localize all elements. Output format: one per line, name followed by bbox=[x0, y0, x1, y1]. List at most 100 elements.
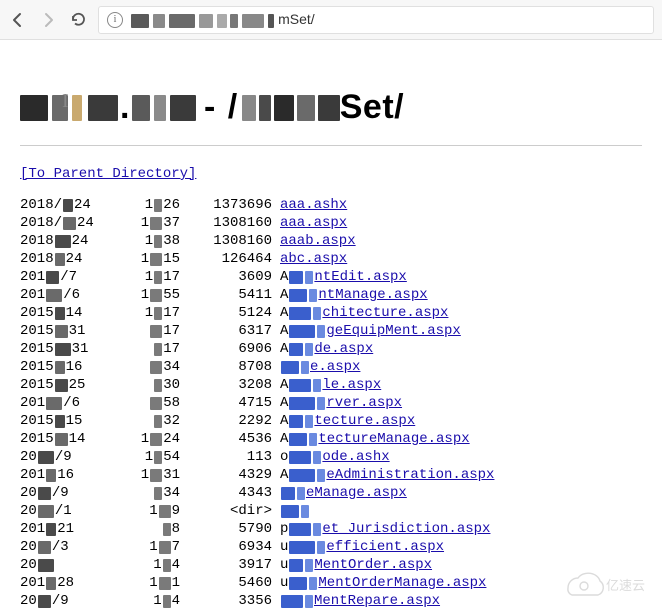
size-cell: 3917 bbox=[180, 556, 280, 574]
file-link[interactable]: chitecture.aspx bbox=[322, 304, 448, 322]
time-cell: 32 bbox=[120, 412, 180, 430]
date-cell: 20116 bbox=[20, 466, 120, 484]
file-link[interactable]: MentOrder.aspx bbox=[314, 556, 432, 574]
file-link[interactable]: ntEdit.aspx bbox=[314, 268, 406, 286]
file-link[interactable]: aaab.aspx bbox=[280, 232, 356, 250]
name-cell: Achitecture.aspx bbox=[280, 304, 642, 322]
list-item: 20/9344343eManage.aspx bbox=[20, 484, 642, 502]
size-cell: 3208 bbox=[180, 376, 280, 394]
time-cell: 138 bbox=[120, 232, 180, 250]
info-icon[interactable]: i bbox=[107, 12, 123, 28]
directory-listing: 2018/241261373696aaa.ashx2018/2413713081… bbox=[20, 196, 642, 610]
list-item: 201515322292Atecture.aspx bbox=[20, 412, 642, 430]
size-cell: 5411 bbox=[180, 286, 280, 304]
file-link[interactable]: abc.aspx bbox=[280, 250, 347, 268]
size-cell: 6317 bbox=[180, 322, 280, 340]
list-item: 2018241381308160aaab.aspx bbox=[20, 232, 642, 250]
divider bbox=[20, 145, 642, 146]
name-cell: pet_Jurisdiction.aspx bbox=[280, 520, 642, 538]
date-cell: 201516 bbox=[20, 358, 120, 376]
date-cell: 201/7 bbox=[20, 268, 120, 286]
date-cell: 20/3 bbox=[20, 538, 120, 556]
file-link[interactable]: efficient.aspx bbox=[326, 538, 444, 556]
size-cell: 1373696 bbox=[180, 196, 280, 214]
file-link[interactable]: MentRepare.aspx bbox=[314, 592, 440, 610]
name-cell: AtectureManage.aspx bbox=[280, 430, 642, 448]
date-cell: 20121 bbox=[20, 520, 120, 538]
forward-button[interactable] bbox=[38, 10, 58, 30]
file-link[interactable]: eAdministration.aspx bbox=[326, 466, 494, 484]
name-cell: eManage.aspx bbox=[280, 484, 642, 502]
date-cell: 20/9 bbox=[20, 592, 120, 610]
list-item: 20/119<dir> bbox=[20, 502, 642, 520]
name-cell: aaab.aspx bbox=[280, 232, 642, 250]
text-cursor-icon: I bbox=[62, 90, 69, 113]
reload-button[interactable] bbox=[68, 10, 88, 30]
file-link[interactable]: tectureManage.aspx bbox=[318, 430, 469, 448]
address-bar[interactable]: i mSet/ bbox=[98, 6, 654, 34]
list-item: 201516348708 e.aspx bbox=[20, 358, 642, 376]
list-item: 201531176906Ade.aspx bbox=[20, 340, 642, 358]
parent-directory-link[interactable]: [To Parent Directory] bbox=[20, 166, 196, 182]
file-link[interactable]: e.aspx bbox=[310, 358, 360, 376]
name-cell: e.aspx bbox=[280, 358, 642, 376]
file-link[interactable]: MentOrderManage.aspx bbox=[318, 574, 486, 592]
file-link[interactable]: le.aspx bbox=[322, 376, 381, 394]
size-cell: 4536 bbox=[180, 430, 280, 448]
name-cell: aaa.aspx bbox=[280, 214, 642, 232]
list-item: 2018/241371308160aaa.aspx bbox=[20, 214, 642, 232]
list-item: 201/61555411AntManage.aspx bbox=[20, 286, 642, 304]
name-cell: AntEdit.aspx bbox=[280, 268, 642, 286]
file-link[interactable]: geEquipMent.aspx bbox=[326, 322, 460, 340]
time-cell: 117 bbox=[120, 268, 180, 286]
size-cell: 1308160 bbox=[180, 214, 280, 232]
time-cell: 14 bbox=[120, 556, 180, 574]
name-cell: AntManage.aspx bbox=[280, 286, 642, 304]
size-cell: 8708 bbox=[180, 358, 280, 376]
file-link[interactable]: aaa.ashx bbox=[280, 196, 347, 214]
file-link[interactable]: et_Jurisdiction.aspx bbox=[322, 520, 490, 538]
time-cell: 117 bbox=[120, 304, 180, 322]
time-cell: 11 bbox=[120, 574, 180, 592]
file-link[interactable]: rver.aspx bbox=[326, 394, 402, 412]
file-link[interactable]: ntManage.aspx bbox=[318, 286, 427, 304]
file-link[interactable]: de.aspx bbox=[314, 340, 373, 358]
list-item: 2018/241261373696aaa.ashx bbox=[20, 196, 642, 214]
name-cell: aaa.ashx bbox=[280, 196, 642, 214]
list-item: 2015141244536AtectureManage.aspx bbox=[20, 430, 642, 448]
date-cell: 2018/24 bbox=[20, 214, 120, 232]
name-cell: abc.aspx bbox=[280, 250, 642, 268]
list-item: 201/6584715Arver.aspx bbox=[20, 394, 642, 412]
list-item: 201531176317AgeEquipMent.aspx bbox=[20, 322, 642, 340]
file-link[interactable]: tecture.aspx bbox=[314, 412, 415, 430]
date-cell: 2018/24 bbox=[20, 196, 120, 214]
time-cell: 34 bbox=[120, 358, 180, 376]
list-item: 20/9143356MentRepare.aspx bbox=[20, 592, 642, 610]
name-cell: Atecture.aspx bbox=[280, 412, 642, 430]
file-link[interactable]: ode.ashx bbox=[322, 448, 389, 466]
time-cell: 17 bbox=[120, 322, 180, 340]
list-item: 20128115460uMentOrderManage.aspx bbox=[20, 574, 642, 592]
name-cell: Ade.aspx bbox=[280, 340, 642, 358]
page-title: . - / Set/ bbox=[20, 88, 642, 127]
name-cell: oode.ashx bbox=[280, 448, 642, 466]
file-link[interactable]: aaa.aspx bbox=[280, 214, 347, 232]
list-item: 20143917uMentOrder.aspx bbox=[20, 556, 642, 574]
list-item: 201161314329AeAdministration.aspx bbox=[20, 466, 642, 484]
back-button[interactable] bbox=[8, 10, 28, 30]
date-cell: 201531 bbox=[20, 340, 120, 358]
time-cell: 126 bbox=[120, 196, 180, 214]
time-cell: 131 bbox=[120, 466, 180, 484]
date-cell: 201514 bbox=[20, 430, 120, 448]
date-cell: 20/9 bbox=[20, 448, 120, 466]
size-cell: 6906 bbox=[180, 340, 280, 358]
date-cell: 201514 bbox=[20, 304, 120, 322]
list-item: 201525303208Ale.aspx bbox=[20, 376, 642, 394]
date-cell: 201824 bbox=[20, 232, 120, 250]
time-cell: 115 bbox=[120, 250, 180, 268]
date-cell: 201/6 bbox=[20, 394, 120, 412]
time-cell: 34 bbox=[120, 484, 180, 502]
size-cell: 3609 bbox=[180, 268, 280, 286]
size-cell: 4343 bbox=[180, 484, 280, 502]
file-link[interactable]: eManage.aspx bbox=[306, 484, 407, 502]
